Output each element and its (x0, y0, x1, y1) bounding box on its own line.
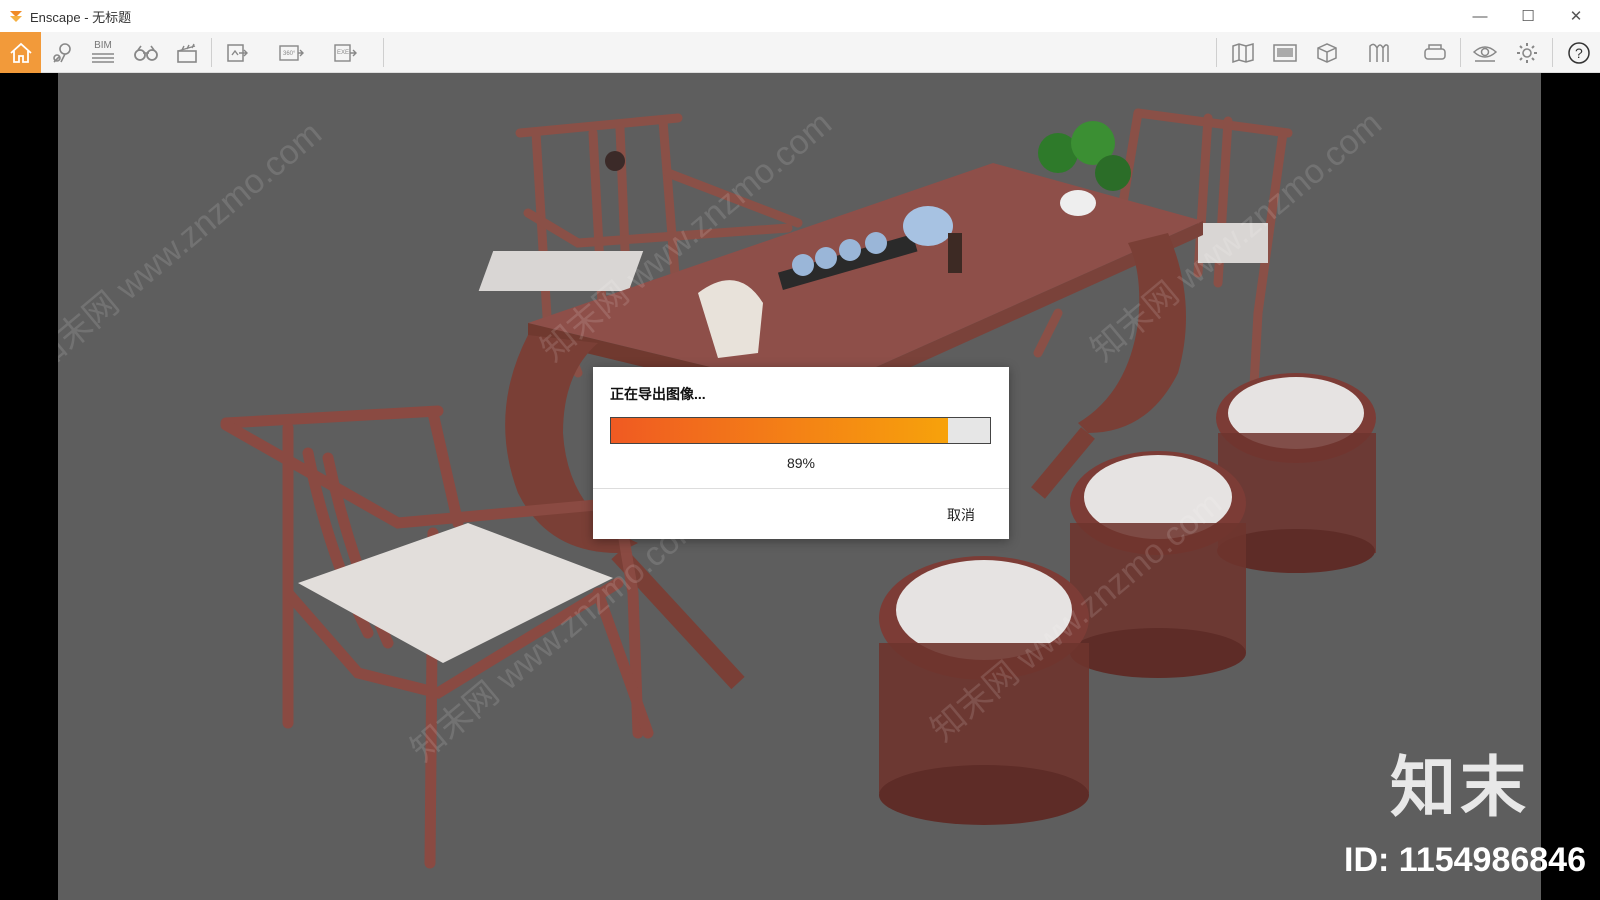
exe-export-icon: EXE (334, 43, 357, 62)
gear-icon (1517, 42, 1537, 63)
eye-icon (1472, 45, 1498, 62)
minimize-icon[interactable]: — (1456, 0, 1504, 32)
clapperboard-icon (177, 43, 197, 63)
window-title: Enscape - 无标题 (30, 9, 132, 25)
pano-label: 360° (283, 51, 296, 57)
help-button[interactable]: ? (1562, 32, 1596, 73)
location-pin-icon (53, 42, 71, 63)
export-progress-fill (611, 418, 949, 443)
home-icon (9, 42, 32, 63)
bim-label: BIM (94, 40, 112, 51)
home-button[interactable] (0, 32, 41, 73)
panorama-icon: 360° (279, 44, 304, 61)
screenshot-export-button[interactable] (220, 32, 254, 73)
exe-label: EXE (337, 50, 349, 56)
materials-icon (1369, 43, 1389, 62)
help-icon: ? (1568, 41, 1590, 64)
toolbar: BIM ⌄ 360° ⌄ EXE ⌄ ⌄ ⌄ (0, 32, 1600, 99)
asset-library-button[interactable] (1268, 32, 1302, 73)
visual-settings-button[interactable] (1310, 32, 1344, 73)
title-bar: Enscape - 无标题 — ☐ ✕ (0, 0, 1600, 32)
video-editor-button[interactable] (170, 32, 204, 73)
export-progress-dialog: 正在导出图像... 89% 取消 (593, 367, 1009, 539)
asset-library-icon (1273, 43, 1297, 62)
image-export-icon (227, 43, 248, 62)
cube-icon (1317, 42, 1337, 63)
progress-percent-text: 89% (786, 455, 816, 471)
close-icon[interactable]: ✕ (1552, 0, 1600, 32)
binoculars-icon (134, 45, 158, 61)
cancel-button[interactable]: 取消 (947, 505, 975, 525)
maximize-icon[interactable]: ☐ (1504, 0, 1552, 32)
export-progress-bar (610, 417, 991, 444)
export-status-message: 正在导出图像... (610, 386, 706, 402)
bim-lines-icon (92, 53, 114, 63)
views-button[interactable] (1468, 32, 1502, 73)
brand-watermark: 知末 (1390, 750, 1530, 824)
binoculars-button[interactable] (128, 32, 164, 73)
exe-export-button[interactable]: EXE (328, 32, 362, 73)
map-button[interactable] (1226, 32, 1260, 73)
panorama-export-button[interactable]: 360° (274, 32, 308, 73)
settings-button[interactable] (1510, 32, 1544, 73)
view-management-button[interactable] (46, 32, 80, 73)
bim-button[interactable]: BIM (86, 32, 120, 73)
image-id-watermark: ID: 1154986846 (1344, 841, 1586, 879)
dialog-divider (593, 488, 1009, 489)
vr-headset-button[interactable] (1418, 32, 1452, 73)
svg-text:?: ? (1575, 45, 1583, 61)
vr-headset-icon (1424, 43, 1446, 60)
materials-button[interactable] (1362, 32, 1396, 73)
map-icon (1232, 42, 1254, 63)
enscape-logo-icon (10, 11, 22, 22)
